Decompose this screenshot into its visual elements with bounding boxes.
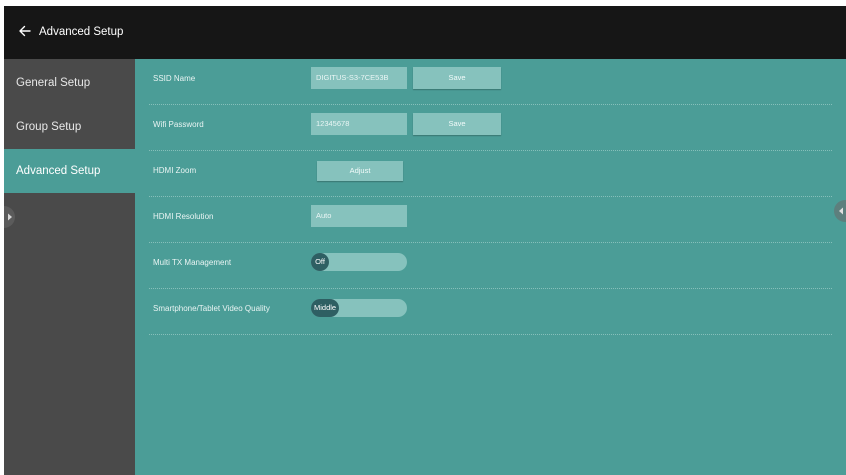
hdmi-resolution-label: HDMI Resolution [153, 212, 214, 221]
app-window: Advanced Setup General Setup Group Setup… [4, 6, 846, 475]
top-bar: Advanced Setup [4, 6, 846, 59]
hdmi-resolution-select[interactable]: Auto [311, 205, 407, 227]
wifi-password-save-button[interactable]: Save [413, 113, 501, 135]
sidebar-item-general-setup[interactable]: General Setup [4, 61, 135, 105]
setting-row-hdmi-zoom: HDMI Zoom Adjust [149, 151, 832, 197]
sidebar-item-group-setup[interactable]: Group Setup [4, 105, 135, 149]
setting-row-video-quality: Smartphone/Tablet Video Quality Middle [149, 289, 832, 335]
back-arrow-icon[interactable] [18, 24, 32, 38]
page-title: Advanced Setup [39, 26, 124, 38]
setting-row-wifi-password: Wifi Password 12345678 Save [149, 105, 832, 151]
video-quality-slider-knob: Middle [311, 299, 340, 317]
sidebar-item-advanced-setup[interactable]: Advanced Setup [4, 149, 135, 193]
settings-panel: SSID Name DIGITUS-S3-7CE53B Save Wifi Pa… [135, 59, 846, 475]
ssid-input[interactable]: DIGITUS-S3-7CE53B [311, 67, 407, 89]
sidebar: General Setup Group Setup Advanced Setup [4, 59, 135, 475]
wifi-password-input[interactable]: 12345678 [311, 113, 407, 135]
setting-row-ssid: SSID Name DIGITUS-S3-7CE53B Save [149, 59, 832, 105]
multi-tx-toggle-knob: Off [311, 253, 329, 271]
multi-tx-toggle[interactable]: Off [311, 253, 407, 271]
sidebar-toggle-button[interactable] [4, 206, 15, 228]
triangle-left-icon [839, 207, 843, 215]
hdmi-zoom-label: HDMI Zoom [153, 166, 197, 175]
video-quality-slider[interactable]: Middle [311, 299, 407, 317]
ssid-label: SSID Name [153, 74, 196, 83]
wifi-password-label: Wifi Password [153, 120, 204, 129]
ssid-save-button[interactable]: Save [413, 67, 501, 89]
triangle-right-icon [8, 213, 12, 221]
setting-row-multi-tx: Multi TX Management Off [149, 243, 832, 289]
multi-tx-label: Multi TX Management [153, 258, 232, 267]
hdmi-zoom-adjust-button[interactable]: Adjust [317, 161, 403, 181]
video-quality-label: Smartphone/Tablet Video Quality [153, 304, 270, 313]
setting-row-hdmi-resolution: HDMI Resolution Auto [149, 197, 832, 243]
